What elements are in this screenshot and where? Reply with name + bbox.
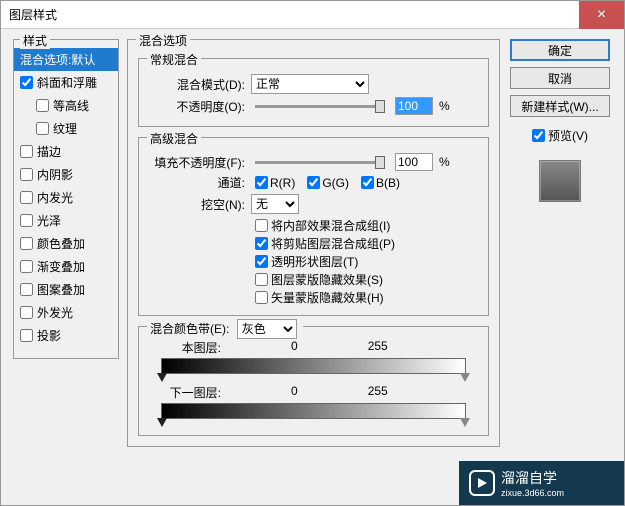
style-checkbox[interactable] <box>20 260 33 273</box>
advanced-blending-legend: 高级混合 <box>147 130 201 147</box>
opacity-slider[interactable] <box>255 105 385 108</box>
this-layer-gradient[interactable] <box>161 358 466 374</box>
blend-mode-select[interactable]: 正常 <box>251 74 369 94</box>
style-checkbox[interactable] <box>20 237 33 250</box>
titlebar: 图层样式 × <box>1 1 624 29</box>
style-item-0[interactable]: 混合选项:默认 <box>14 48 118 71</box>
preview-checkbox[interactable]: 预览(V) <box>532 127 588 144</box>
style-item-11[interactable]: 外发光 <box>14 301 118 324</box>
general-blending-legend: 常规混合 <box>147 51 201 68</box>
fill-opacity-label: 填充不透明度(F): <box>147 154 245 171</box>
style-checkbox[interactable] <box>20 329 33 342</box>
style-checkbox[interactable] <box>36 122 49 135</box>
ok-button[interactable]: 确定 <box>510 39 610 61</box>
style-label: 等高线 <box>53 97 89 114</box>
underlying-min: 0 <box>291 384 298 401</box>
advanced-blending-group: 高级混合 填充不透明度(F): % 通道: R(R) G(G) B(B) <box>138 137 489 316</box>
style-label: 内阴影 <box>37 166 73 183</box>
percent-label-2: % <box>439 155 450 169</box>
blend-if-label: 混合颜色带(E): <box>150 322 229 336</box>
style-item-4[interactable]: 描边 <box>14 140 118 163</box>
style-item-12[interactable]: 投影 <box>14 324 118 347</box>
blend-if-group: 混合颜色带(E): 灰色 本图层: 0 255 下一图层: <box>138 326 489 436</box>
style-item-8[interactable]: 颜色叠加 <box>14 232 118 255</box>
transparency-shapes-checkbox[interactable]: 透明形状图层(T) <box>255 253 480 270</box>
layer-style-dialog: 图层样式 × 样式 混合选项:默认斜面和浮雕等高线纹理描边内阴影内发光光泽颜色叠… <box>0 0 625 506</box>
knockout-select[interactable]: 无 <box>251 194 299 214</box>
channel-b-checkbox[interactable]: B(B) <box>361 176 400 190</box>
style-item-2[interactable]: 等高线 <box>14 94 118 117</box>
style-checkbox[interactable] <box>20 283 33 296</box>
slider-handle-icon[interactable] <box>157 373 167 382</box>
style-checkbox[interactable] <box>20 168 33 181</box>
slider-handle-icon[interactable] <box>157 418 167 427</box>
blend-interior-checkbox[interactable]: 将内部效果混合成组(I) <box>255 217 480 234</box>
watermark-text: 溜溜自学 <box>501 470 557 486</box>
underlying-gradient[interactable] <box>161 403 466 419</box>
blending-options-legend: 混合选项 <box>136 32 190 49</box>
underlying-max: 255 <box>368 384 388 401</box>
style-label: 描边 <box>37 143 61 160</box>
preview-swatch <box>539 160 581 202</box>
general-blending-group: 常规混合 混合模式(D): 正常 不透明度(O): % <box>138 58 489 127</box>
blend-mode-label: 混合模式(D): <box>147 76 245 93</box>
play-icon <box>469 470 495 496</box>
style-checkbox[interactable] <box>36 99 49 112</box>
opacity-input[interactable] <box>395 97 433 115</box>
percent-label: % <box>439 99 450 113</box>
style-label: 投影 <box>37 327 61 344</box>
channel-r-checkbox[interactable]: R(R) <box>255 176 295 190</box>
style-item-10[interactable]: 图案叠加 <box>14 278 118 301</box>
style-checkbox[interactable] <box>20 145 33 158</box>
close-button[interactable]: × <box>579 1 624 29</box>
fill-opacity-input[interactable] <box>395 153 433 171</box>
watermark-sub: zixue.3d66.com <box>501 488 564 498</box>
style-checkbox[interactable] <box>20 306 33 319</box>
style-label: 纹理 <box>53 120 77 137</box>
style-item-3[interactable]: 纹理 <box>14 117 118 140</box>
this-layer-min: 0 <box>291 339 298 356</box>
style-label: 外发光 <box>37 304 73 321</box>
style-item-6[interactable]: 内发光 <box>14 186 118 209</box>
style-item-1[interactable]: 斜面和浮雕 <box>14 71 118 94</box>
style-checkbox[interactable] <box>20 214 33 227</box>
layer-mask-hide-checkbox[interactable]: 图层蒙版隐藏效果(S) <box>255 271 480 288</box>
opacity-label: 不透明度(O): <box>147 98 245 115</box>
vector-mask-hide-checkbox[interactable]: 矢量蒙版隐藏效果(H) <box>255 289 480 306</box>
slider-handle-icon[interactable] <box>460 418 470 427</box>
styles-panel: 样式 混合选项:默认斜面和浮雕等高线纹理描边内阴影内发光光泽颜色叠加渐变叠加图案… <box>13 39 119 359</box>
style-label: 光泽 <box>37 212 61 229</box>
channels-label: 通道: <box>147 174 245 191</box>
style-item-7[interactable]: 光泽 <box>14 209 118 232</box>
slider-handle-icon[interactable] <box>460 373 470 382</box>
styles-legend: 样式 <box>20 32 50 49</box>
underlying-layer-label: 下一图层: <box>161 384 221 401</box>
fill-opacity-slider[interactable] <box>255 161 385 164</box>
style-item-5[interactable]: 内阴影 <box>14 163 118 186</box>
style-label: 混合选项:默认 <box>20 51 95 68</box>
new-style-button[interactable]: 新建样式(W)... <box>510 95 610 117</box>
style-label: 图案叠加 <box>37 281 85 298</box>
blend-if-select[interactable]: 灰色 <box>237 319 297 339</box>
this-layer-max: 255 <box>368 339 388 356</box>
style-label: 颜色叠加 <box>37 235 85 252</box>
channel-g-checkbox[interactable]: G(G) <box>307 176 349 190</box>
style-label: 斜面和浮雕 <box>37 74 97 91</box>
this-layer-label: 本图层: <box>161 339 221 356</box>
cancel-button[interactable]: 取消 <box>510 67 610 89</box>
style-item-9[interactable]: 渐变叠加 <box>14 255 118 278</box>
watermark: 溜溜自学 zixue.3d66.com <box>459 461 624 505</box>
window-title: 图层样式 <box>1 6 57 23</box>
blending-options-panel: 混合选项 常规混合 混合模式(D): 正常 不透明度(O): % <box>127 39 500 447</box>
style-checkbox[interactable] <box>20 191 33 204</box>
style-label: 渐变叠加 <box>37 258 85 275</box>
knockout-label: 挖空(N): <box>147 196 245 213</box>
style-checkbox[interactable] <box>20 76 33 89</box>
style-label: 内发光 <box>37 189 73 206</box>
blend-clipped-checkbox[interactable]: 将剪贴图层混合成组(P) <box>255 235 480 252</box>
